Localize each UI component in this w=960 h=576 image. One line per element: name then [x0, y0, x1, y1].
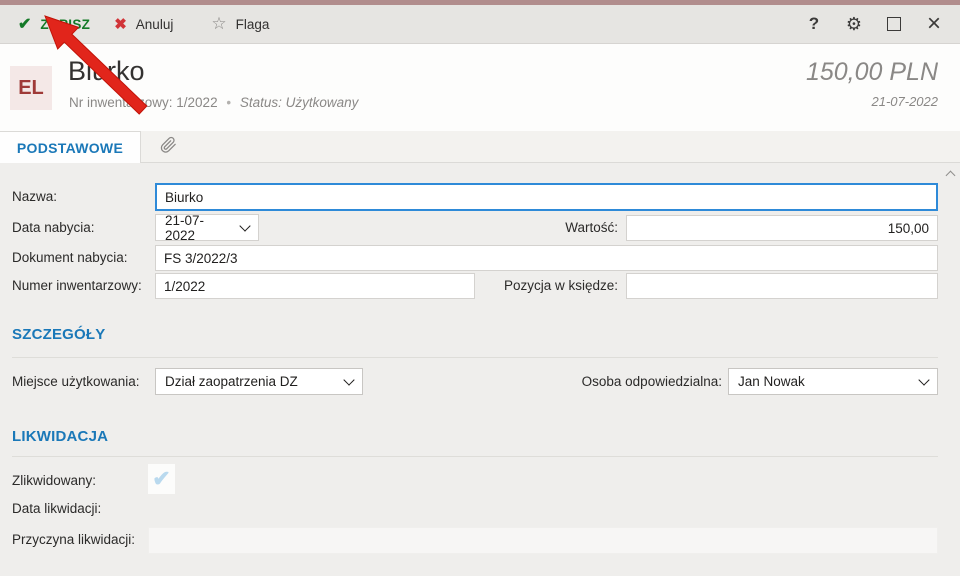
- inventory-number-text: Nr inwentarzowy: 1/2022: [69, 95, 218, 110]
- star-icon: ☆: [211, 14, 226, 34]
- inventory-number-label: Numer inwentarzowy:: [12, 273, 142, 299]
- book-position-input[interactable]: [626, 273, 938, 299]
- chevron-down-icon: [918, 374, 929, 385]
- name-label: Nazwa:: [12, 184, 57, 210]
- tab-podstawowe[interactable]: PODSTAWOWE: [0, 131, 141, 163]
- cancel-button[interactable]: ✖ Anuluj: [102, 5, 185, 43]
- cancel-button-label: Anuluj: [136, 17, 174, 32]
- subtitle-separator: •: [226, 95, 231, 110]
- record-amount: 150,00 PLN: [806, 58, 938, 87]
- close-button[interactable]: ×: [914, 5, 954, 43]
- save-button[interactable]: ✔ ZAPISZ: [6, 5, 102, 43]
- details-divider: [12, 357, 938, 358]
- liquidation-reason-label: Przyczyna likwidacji:: [12, 527, 135, 553]
- name-input[interactable]: [155, 183, 938, 211]
- record-title: Biurko: [68, 56, 145, 87]
- gear-icon: ⚙: [846, 14, 862, 35]
- record-badge: EL: [10, 66, 52, 110]
- usage-place-label: Miejsce użytkowania:: [12, 369, 140, 395]
- paperclip-icon: [160, 135, 177, 160]
- book-position-label: Pozycja w księdze:: [400, 273, 618, 299]
- liquidation-section-heading: LIKWIDACJA: [12, 428, 108, 445]
- app-window: ✔ ZAPISZ ✖ Anuluj ☆ Flaga ? ⚙ ×: [0, 0, 960, 576]
- usage-place-value: Dział zaopatrzenia DZ: [165, 374, 298, 389]
- window-controls: ? ⚙ ×: [794, 5, 960, 43]
- flag-button[interactable]: ☆ Flaga: [199, 5, 281, 43]
- status-text: Status: Użytkowany: [240, 95, 359, 110]
- details-section-heading: SZCZEGÓŁY: [12, 326, 105, 343]
- record-subtitle: Nr inwentarzowy: 1/2022 • Status: Użytko…: [69, 95, 358, 110]
- cancel-x-icon: ✖: [114, 15, 127, 33]
- document-input[interactable]: [155, 245, 938, 271]
- responsible-select[interactable]: Jan Nowak: [728, 368, 938, 395]
- document-label: Dokument nabycia:: [12, 245, 128, 271]
- value-label: Wartość:: [400, 215, 618, 241]
- scrollbar-up-button[interactable]: [942, 166, 958, 182]
- chevron-down-icon: [239, 220, 250, 231]
- record-date: 21-07-2022: [872, 94, 939, 109]
- responsible-label: Osoba odpowiedzialna:: [500, 369, 722, 395]
- liquidation-reason-input[interactable]: [148, 527, 938, 554]
- liquidation-divider: [12, 456, 938, 457]
- acquisition-date-select[interactable]: 21-07-2022: [155, 214, 259, 241]
- liquidated-checkbox[interactable]: ✔: [148, 464, 175, 494]
- check-icon: ✔: [18, 14, 31, 34]
- maximize-button[interactable]: [874, 5, 914, 43]
- save-button-label: ZAPISZ: [40, 17, 90, 32]
- maximize-icon: [887, 17, 901, 31]
- settings-button[interactable]: ⚙: [834, 5, 874, 43]
- value-input[interactable]: [626, 215, 938, 241]
- help-button[interactable]: ?: [794, 5, 834, 43]
- acquisition-date-value: 21-07-2022: [165, 213, 233, 243]
- toolbar: ✔ ZAPISZ ✖ Anuluj ☆ Flaga ? ⚙ ×: [0, 5, 960, 44]
- liquidated-label: Zlikwidowany:: [12, 468, 96, 494]
- liquidation-date-label: Data likwidacji:: [12, 496, 101, 522]
- responsible-value: Jan Nowak: [738, 374, 805, 389]
- help-icon: ?: [809, 14, 819, 34]
- acquisition-date-label: Data nabycia:: [12, 215, 95, 241]
- scroll-up-icon: [945, 171, 955, 181]
- chevron-down-icon: [343, 374, 354, 385]
- usage-place-select[interactable]: Dział zaopatrzenia DZ: [155, 368, 363, 395]
- tab-attachments[interactable]: [141, 131, 195, 163]
- close-icon: ×: [927, 12, 941, 36]
- record-header: EL Biurko Nr inwentarzowy: 1/2022 • Stat…: [0, 44, 960, 131]
- flag-button-label: Flaga: [236, 17, 270, 32]
- light-check-icon: ✔: [152, 466, 170, 492]
- form-basic: Nazwa: Data nabycia: 21-07-2022 Wartość:…: [0, 163, 960, 576]
- tab-podstawowe-label: PODSTAWOWE: [17, 140, 123, 156]
- tab-strip: PODSTAWOWE: [0, 131, 960, 163]
